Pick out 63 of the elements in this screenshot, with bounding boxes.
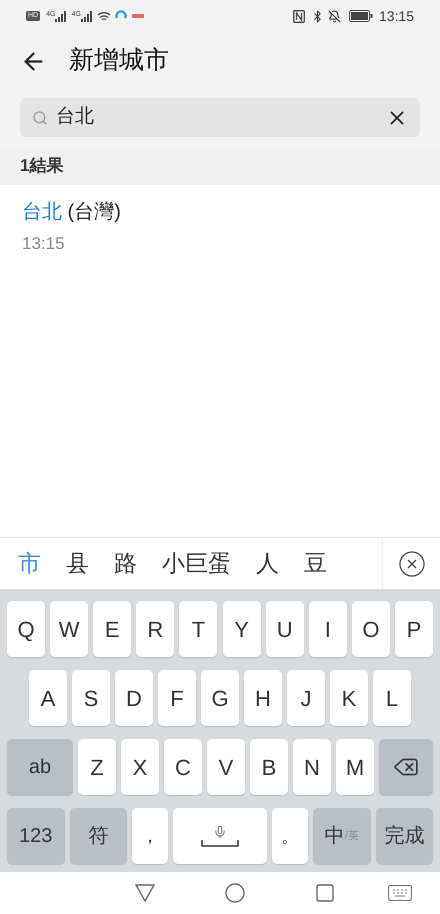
search-icon: [32, 110, 48, 126]
signal-icon: [80, 10, 93, 22]
key[interactable]: 123: [7, 808, 64, 864]
key[interactable]: L: [373, 670, 411, 726]
key[interactable]: J: [287, 670, 325, 726]
candidate-word[interactable]: 小巨蛋: [162, 546, 231, 581]
key[interactable]: F: [158, 670, 196, 726]
city-time: 13:15: [22, 233, 66, 255]
nfc-icon: [292, 10, 305, 22]
city-result[interactable]: 台北 (台灣) 13:15: [0, 185, 440, 264]
signal-icon: [55, 10, 68, 22]
candidate-word[interactable]: 人: [256, 546, 279, 581]
key[interactable]: W: [50, 601, 88, 657]
key[interactable]: V: [207, 739, 245, 795]
search-value: 台北: [56, 105, 95, 130]
keyboard-icon: [388, 885, 412, 901]
key[interactable]: O: [352, 601, 390, 657]
key[interactable]: ab: [7, 739, 73, 795]
key[interactable]: H: [244, 670, 282, 726]
key[interactable]: I: [308, 601, 347, 657]
battery-icon: [348, 10, 373, 22]
notification-icon: [132, 13, 144, 19]
key[interactable]: X: [121, 739, 159, 795]
key[interactable]: 。: [272, 808, 308, 864]
key[interactable]: Q: [7, 601, 45, 657]
candidate-word[interactable]: 县: [66, 546, 89, 581]
close-circle-icon: [398, 550, 424, 576]
key[interactable]: M: [336, 739, 374, 795]
page-title: 新增城市: [69, 45, 169, 76]
candidate-word[interactable]: 豆: [304, 546, 327, 581]
key[interactable]: B: [250, 739, 288, 795]
key[interactable]: R: [136, 601, 174, 657]
key[interactable]: C: [164, 739, 202, 795]
city-name: 台北 (台灣): [22, 200, 122, 225]
microphone-icon: [213, 825, 227, 839]
space-icon: [201, 839, 239, 847]
key[interactable]: S: [72, 670, 110, 726]
recents-square-icon: [316, 884, 334, 902]
back-triangle-icon: [135, 884, 155, 902]
key[interactable]: E: [93, 601, 132, 657]
clock: 13:15: [378, 6, 414, 26]
key[interactable]: A: [29, 670, 67, 726]
search-field[interactable]: 台北: [20, 98, 420, 137]
key[interactable]: G: [201, 670, 239, 726]
key[interactable]: ，: [132, 808, 168, 864]
home-circle-icon: [225, 883, 245, 903]
key[interactable]: T: [179, 601, 218, 657]
key[interactable]: D: [115, 670, 153, 726]
muted-bell-icon: [328, 10, 341, 22]
backspace-key[interactable]: [379, 739, 433, 795]
wifi-icon: [96, 10, 111, 22]
key[interactable]: K: [330, 670, 368, 726]
key[interactable]: U: [266, 601, 304, 657]
candidate-word[interactable]: 市: [18, 546, 41, 581]
result-count: 1結果: [20, 155, 64, 178]
key[interactable]: Z: [78, 739, 116, 795]
space-key[interactable]: [173, 808, 267, 864]
key[interactable]: N: [293, 739, 331, 795]
key[interactable]: 完成: [376, 808, 433, 864]
key[interactable]: Y: [222, 601, 261, 657]
candidate-word[interactable]: 路: [114, 546, 137, 581]
key[interactable]: 符: [70, 808, 127, 864]
key[interactable]: P: [394, 601, 433, 657]
